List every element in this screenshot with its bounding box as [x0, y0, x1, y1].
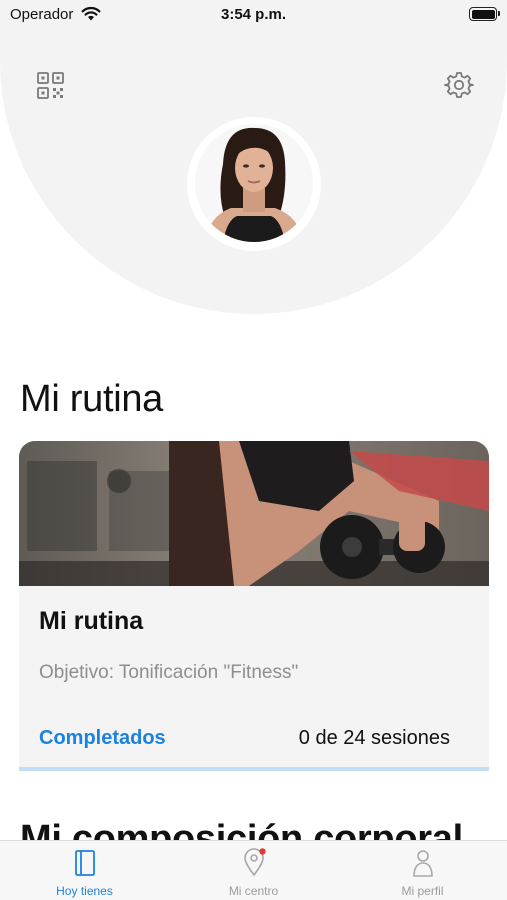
avatar-photo — [195, 124, 313, 242]
tab-bar: Hoy tienes Mi centro Mi perfil — [0, 840, 507, 900]
profile-avatar[interactable] — [195, 124, 313, 242]
completed-label: Completados — [39, 727, 166, 749]
tab-my-profile[interactable]: Mi perfil — [338, 841, 507, 900]
routine-objective: Objetivo: Tonificación "Fitness" — [39, 662, 299, 683]
tab-today[interactable]: Hoy tienes — [0, 841, 169, 900]
tab-label-today: Hoy tienes — [56, 884, 113, 898]
status-time: 3:54 p.m. — [220, 6, 287, 23]
notification-badge — [258, 848, 266, 855]
routine-card-title: Mi rutina — [39, 607, 144, 635]
status-bar: Operador 3:54 p.m. — [0, 0, 507, 30]
book-icon — [74, 850, 95, 876]
section-title-my-routine: Mi rutina — [20, 378, 164, 420]
sessions-progress: 0 de 24 sesiones — [298, 727, 450, 749]
person-icon — [412, 850, 433, 877]
routine-card-image — [19, 441, 489, 586]
tab-my-center[interactable]: Mi centro — [169, 841, 338, 900]
settings-gear-icon[interactable] — [444, 70, 474, 100]
location-pin-icon — [243, 848, 266, 877]
battery-icon — [469, 7, 500, 21]
tab-label-my-center: Mi centro — [228, 884, 279, 898]
qr-code-icon[interactable] — [36, 71, 65, 100]
card-bottom-line — [19, 767, 489, 771]
routine-card[interactable]: Mi rutina Objetivo: Tonificación "Fitnes… — [19, 441, 489, 771]
tab-label-my-profile: Mi perfil — [401, 884, 444, 898]
